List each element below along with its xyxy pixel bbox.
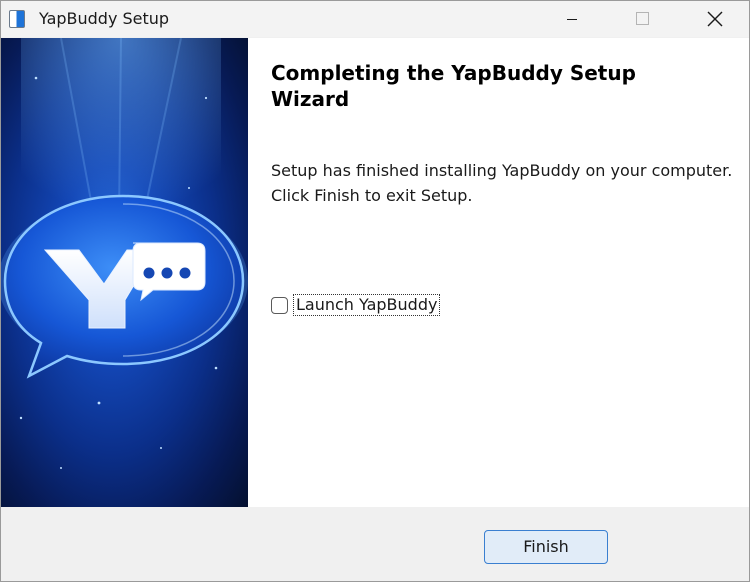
launch-checkbox-label[interactable]: Launch YapBuddy xyxy=(293,294,441,316)
maximize-icon xyxy=(636,12,649,25)
installer-app-icon xyxy=(9,10,25,28)
completion-description: Setup has finished installing YapBuddy o… xyxy=(271,158,741,208)
close-icon xyxy=(707,11,723,27)
button-bar: Finish xyxy=(1,507,749,581)
minimize-icon xyxy=(567,19,577,20)
wizard-content-panel: Completing the YapBuddy Setup Wizard Set… xyxy=(248,38,749,507)
title-bar[interactable]: YapBuddy Setup xyxy=(1,1,749,37)
setup-window: YapBuddy Setup Completing the YapBuddy S… xyxy=(0,0,750,582)
close-button[interactable] xyxy=(691,1,737,37)
maximize-button[interactable] xyxy=(619,1,665,37)
description-line-1: Setup has finished installing YapBuddy o… xyxy=(271,161,733,180)
welcome-banner-image xyxy=(1,38,248,507)
finish-button[interactable]: Finish xyxy=(484,530,608,564)
minimize-button[interactable] xyxy=(549,1,595,37)
launch-option[interactable]: Launch YapBuddy xyxy=(271,293,441,317)
launch-checkbox[interactable] xyxy=(271,296,288,314)
window-title: YapBuddy Setup xyxy=(39,9,170,28)
description-line-2: Click Finish to exit Setup. xyxy=(271,186,473,205)
yapbuddy-chat-bubble-logo xyxy=(1,38,248,469)
page-title: Completing the YapBuddy Setup Wizard xyxy=(271,61,636,111)
